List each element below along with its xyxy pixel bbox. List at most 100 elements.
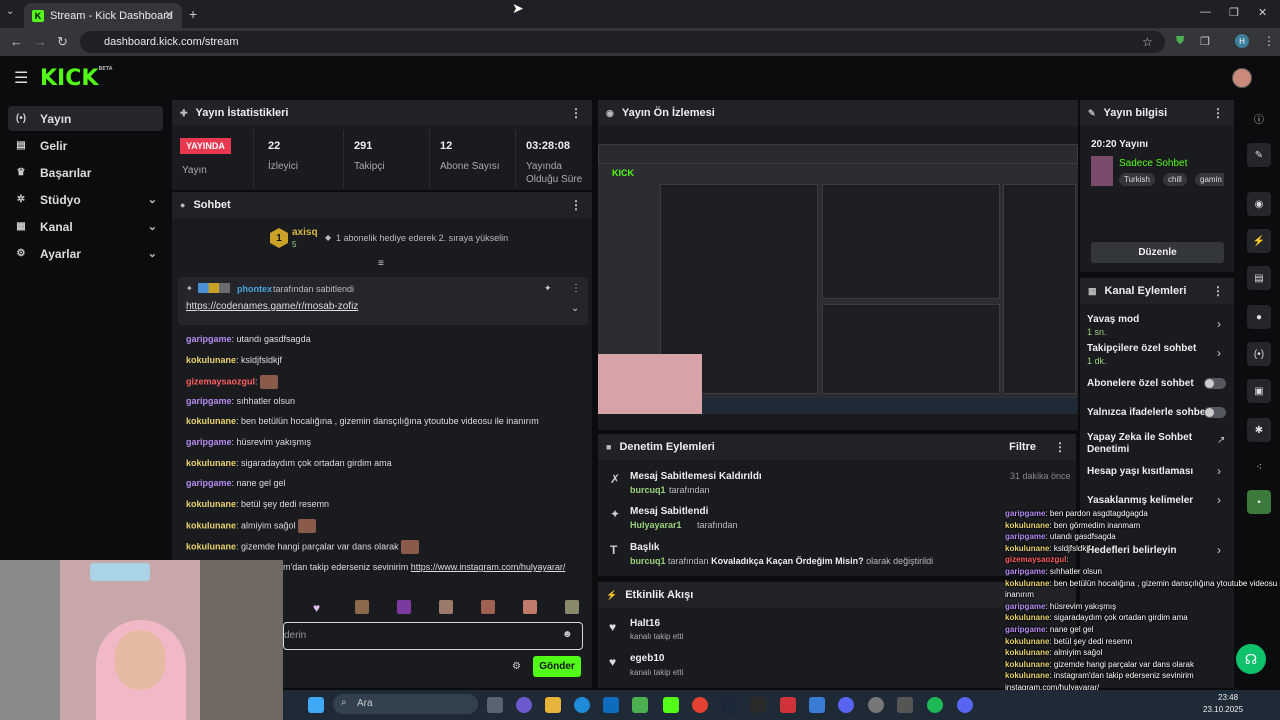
sidebar-item-gelir[interactable]: ▤ Gelir (8, 133, 163, 158)
subscribers-only-toggle[interactable] (1204, 378, 1226, 389)
minimize-icon[interactable]: — (1200, 6, 1211, 18)
sidebar-item-kanal[interactable]: ▦ Kanal ⌄ (8, 214, 163, 239)
chevron-right-icon[interactable]: › (1217, 346, 1221, 360)
discord-badge-icon[interactable] (957, 697, 973, 713)
chat-username[interactable]: garipgame (186, 396, 232, 406)
bookmark-star-icon[interactable]: ☆ (1142, 35, 1153, 49)
chat-username[interactable]: garipgame (186, 334, 232, 344)
green-app-icon[interactable]: ▪ (1247, 490, 1271, 514)
id-card-icon[interactable]: ▣ (1247, 379, 1271, 403)
clipboard-icon[interactable]: ▤ (1247, 266, 1271, 290)
close-window-icon[interactable]: ✕ (1258, 6, 1267, 19)
category-name[interactable]: Sadece Sohbet (1119, 158, 1187, 169)
shield-extension-icon[interactable]: ⛊ (1176, 35, 1184, 48)
external-link-icon[interactable]: ↗ (1217, 435, 1225, 446)
emote-icon[interactable] (523, 600, 537, 614)
chevron-right-icon[interactable]: › (1217, 543, 1221, 557)
chevron-right-icon[interactable]: › (1217, 493, 1221, 507)
mod-item-user[interactable]: Hulyayarar1 (630, 520, 682, 530)
unpin-icon[interactable]: ✦ (544, 283, 552, 294)
sidebar-item-basarilar[interactable]: ♛ Başarılar (8, 160, 163, 185)
chat-username[interactable]: kokulunane (186, 458, 236, 468)
chrome-icon[interactable] (692, 697, 708, 713)
edge-icon[interactable] (574, 697, 590, 713)
chat-username[interactable]: kokulunane (186, 541, 236, 551)
browser-menu-icon[interactable]: ⋮ (1263, 34, 1275, 48)
extensions-icon[interactable]: ❒ (1200, 35, 1210, 48)
chevron-right-icon[interactable]: › (1217, 464, 1221, 478)
kick-logo[interactable]: KICKBETA (40, 66, 113, 91)
stream-preview[interactable]: KICK (598, 144, 1078, 414)
obs-icon[interactable] (868, 697, 884, 713)
browser-tab[interactable]: K Stream - Kick Dashboard ✕ (24, 3, 182, 28)
chat-settings-icon[interactable]: ⚙ (512, 661, 521, 672)
epic-games-icon[interactable] (750, 697, 766, 713)
copilot-icon[interactable] (516, 697, 532, 713)
chat-username[interactable]: kokulunane (186, 416, 236, 426)
emote-heart-icon[interactable]: ♥ (313, 601, 320, 615)
file-explorer-icon[interactable] (545, 697, 561, 713)
info-icon[interactable]: ⓘ (1247, 106, 1271, 130)
banned-words-setting[interactable]: Yasaklanmış kelimeler (1087, 495, 1193, 507)
windows-start-icon[interactable] (308, 697, 324, 713)
sidebar-item-yayin[interactable]: (•) Yayın (8, 106, 163, 131)
url-bar[interactable]: dashboard.kick.com/stream (80, 31, 1165, 53)
more-icon[interactable]: ⋮ (1212, 106, 1224, 120)
menu-icon[interactable]: ☰ (14, 68, 28, 88)
sidebar-item-ayarlar[interactable]: ⚙ Ayarlar ⌄ (8, 241, 163, 266)
slow-mode-setting[interactable]: Yavaş mod 1 sn. (1087, 314, 1139, 338)
collapse-handle-icon[interactable]: ≡ (378, 258, 384, 269)
user-avatar[interactable] (1232, 68, 1252, 88)
close-tab-icon[interactable]: ✕ (164, 8, 174, 22)
chevron-right-icon[interactable]: › (1217, 317, 1221, 331)
emote-icon[interactable] (439, 600, 453, 614)
goals-setting[interactable]: Hedefleri belirleyin (1087, 545, 1176, 557)
chat-username[interactable]: kokulunane (186, 355, 236, 365)
spotify-icon[interactable] (927, 697, 943, 713)
maximize-icon[interactable]: ❐ (1229, 6, 1239, 19)
wrench-icon[interactable]: ✱ (1247, 418, 1271, 442)
pinned-link[interactable]: https://codenames.game/r/mosab-zofiz (186, 301, 358, 312)
kick-app-icon[interactable] (663, 697, 679, 713)
gift-leader-name[interactable]: axisq (292, 227, 318, 238)
lightning-icon[interactable]: ⚡ (1247, 229, 1271, 253)
mod-item-user[interactable]: burcuq1 (630, 556, 666, 566)
activity-user[interactable]: egeb10 (630, 653, 664, 664)
media-app-icon[interactable] (780, 697, 796, 713)
back-icon[interactable]: ← (10, 34, 23, 49)
discord-icon[interactable] (838, 697, 854, 713)
more-icon[interactable]: ⋮ (1212, 284, 1224, 298)
send-button[interactable]: Gönder (533, 656, 581, 677)
pinned-by-user[interactable]: phontex (237, 284, 272, 294)
chat-username[interactable]: kokulunane (186, 521, 236, 531)
pinned-more-icon[interactable]: ⋮ (571, 283, 581, 294)
account-age-setting[interactable]: Hesap yaşı kısıtlaması (1087, 466, 1193, 478)
emoji-icon[interactable]: ☻ (562, 629, 573, 640)
edit-stream-button[interactable]: Düzenle (1091, 242, 1224, 263)
app-icon[interactable] (897, 697, 913, 713)
emote-icon[interactable] (355, 600, 369, 614)
message-link[interactable]: https://www.instagram.com/hulyayarar/ (411, 562, 566, 572)
chevron-down-icon[interactable]: ⌄ (571, 303, 579, 314)
ai-moderation-setting[interactable]: Yapay Zeka ile Sohbet Denetimi (1087, 432, 1202, 456)
broadcast-icon[interactable]: (•) (1247, 342, 1271, 366)
outlook-icon[interactable] (603, 697, 619, 713)
xbox-icon[interactable] (632, 697, 648, 713)
chat-username[interactable]: garipgame (186, 478, 232, 488)
chat-bubble-icon[interactable]: ● (1247, 305, 1271, 329)
emote-icon[interactable] (481, 600, 495, 614)
forward-icon[interactable]: → (34, 34, 47, 49)
profile-avatar[interactable]: H (1235, 34, 1249, 48)
more-icon[interactable]: ⋮ (570, 106, 582, 120)
apps-icon[interactable]: ⁖ (1247, 455, 1271, 479)
emote-icon[interactable] (397, 600, 411, 614)
vscode-icon[interactable] (809, 697, 825, 713)
sidebar-item-studyo[interactable]: ✲ Stüdyo ⌄ (8, 187, 163, 212)
filter-button[interactable]: Filtre (1009, 441, 1036, 453)
emote-only-toggle[interactable] (1204, 407, 1226, 418)
tab-search-icon[interactable]: ⌄ (6, 6, 14, 17)
support-chat-icon[interactable]: ☊ (1236, 644, 1266, 674)
followers-only-setting[interactable]: Takipçilere özel sohbet 1 dk. (1087, 343, 1196, 367)
new-tab-button[interactable]: + (189, 6, 197, 22)
mod-item-user[interactable]: burcuq1 (630, 485, 666, 495)
